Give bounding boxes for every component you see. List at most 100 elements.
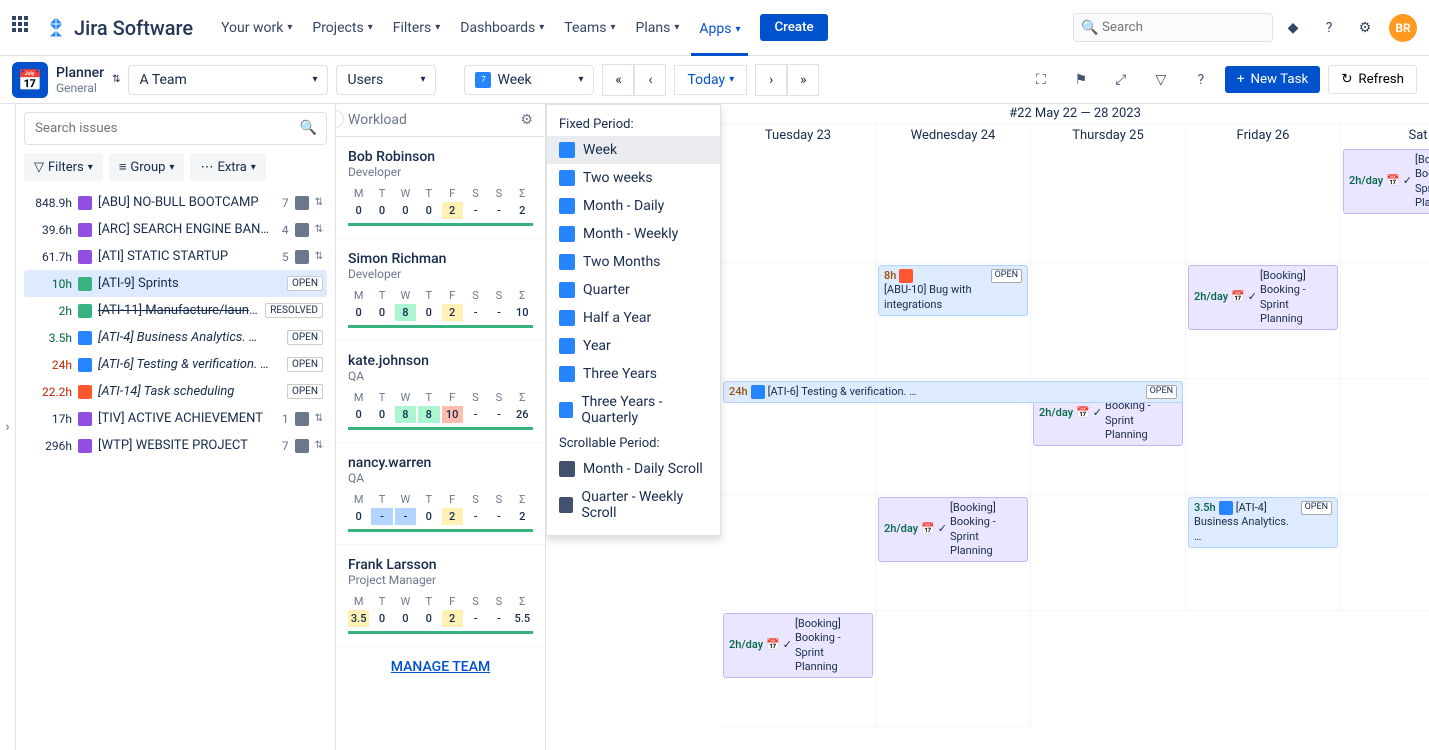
logo[interactable]: Jira Software [44, 16, 193, 40]
issue-title: [WTP] WEBSITE PROJECT [98, 438, 276, 453]
last-button[interactable]: » [787, 64, 819, 96]
search-input[interactable] [1073, 13, 1273, 42]
settings-icon[interactable]: ⚙ [1349, 12, 1381, 44]
nav-your-work[interactable]: Your work▾ [213, 14, 300, 42]
period-item[interactable]: Two Months [547, 248, 720, 276]
extra-button[interactable]: ⋯Extra▾ [190, 153, 265, 181]
toolbar: 📅 Planner General ⇅ A Team▾ Users▾ 7Week… [0, 56, 1429, 104]
booking-card[interactable]: 2h/day 📅 ✓ [Booking] Booking - Sprint Pl… [723, 613, 873, 678]
period-item[interactable]: Month - Daily [547, 192, 720, 220]
calendar-icon: 7 [475, 72, 491, 88]
fullscreen-icon[interactable]: ⤢ [1105, 64, 1137, 96]
ba-card[interactable]: 3.5h [ATI-4]OPENBusiness Analytics.… [1188, 497, 1338, 548]
booking-card[interactable]: 2h/day 📅 ✓ [Booking] Booking - Sprint Pl… [878, 497, 1028, 562]
sort-icon: ⇅ [315, 224, 323, 235]
period-select[interactable]: 7Week▾ [464, 65, 594, 95]
nav-plans[interactable]: Plans▾ [628, 14, 688, 42]
period-item[interactable]: Half a Year [547, 304, 720, 332]
status-badge: OPEN [287, 384, 323, 399]
period-item[interactable]: Month - Daily Scroll [547, 455, 720, 483]
issue-row[interactable]: 22.2h[ATI-14] Task schedulingOPEN [24, 378, 327, 405]
calendar-cell[interactable] [1186, 147, 1341, 263]
prev-button[interactable]: ‹ [634, 64, 666, 96]
next-button[interactable]: › [755, 64, 787, 96]
first-button[interactable]: « [602, 64, 634, 96]
nav-projects[interactable]: Projects▾ [304, 14, 380, 42]
nav-apps[interactable]: Apps▾ [691, 14, 748, 56]
booking-card[interactable]: 2h/day 📅 ✓ [Booking] Booking - Sprint Pl… [1343, 149, 1429, 214]
day-header: Tuesday 23 [721, 124, 876, 147]
notifications-icon[interactable]: ◆ [1277, 12, 1309, 44]
nav-dashboards[interactable]: Dashboards▾ [452, 14, 552, 42]
period-item[interactable]: Year [547, 332, 720, 360]
issue-row[interactable]: 296h[WTP] WEBSITE PROJECT7⇅ [24, 432, 327, 459]
sidebar-toggle[interactable]: › [0, 104, 16, 750]
calendar-cell[interactable]: 2h/day 📅 ✓ [Booking] Booking - Sprint Pl… [721, 611, 876, 727]
avatar[interactable]: BR [1389, 14, 1417, 42]
period-item[interactable]: Quarter [547, 276, 720, 304]
flag-icon[interactable]: ⚑ [1065, 64, 1097, 96]
issue-row[interactable]: 17h[TIV] ACTIVE ACHIEVEMENT1⇅ [24, 405, 327, 432]
nav-filters[interactable]: Filters▾ [385, 14, 449, 42]
gear-icon[interactable]: ⚙ [520, 112, 533, 128]
group-button[interactable]: ≡Group▾ [109, 153, 185, 181]
calendar-cell[interactable] [1341, 495, 1429, 611]
calendar-cell[interactable]: 2h/day 📅 ✓ [Booking] Booking - Sprint Pl… [1186, 263, 1341, 379]
scan-icon[interactable]: ⛶ [1025, 64, 1057, 96]
issue-type-icon [78, 223, 92, 237]
calendar-cell[interactable] [721, 147, 876, 263]
calendar-cell[interactable]: 24h [ATI-6] Testing & verification. …OPE… [721, 379, 876, 495]
issue-row[interactable]: 39.6h[ARC] SEARCH ENGINE BAN…4⇅ [24, 216, 327, 243]
issue-row[interactable]: 61.7h[ATI] STATIC STARTUP5⇅ [24, 243, 327, 270]
calendar-cell[interactable] [1031, 147, 1186, 263]
booking-card[interactable]: 2h/day 📅 ✓ [Booking] Booking - Sprint Pl… [1188, 265, 1338, 330]
testing-card[interactable]: 24h [ATI-6] Testing & verification. …OPE… [723, 381, 1183, 403]
planner-title: Planner [56, 65, 104, 81]
new-task-button[interactable]: +New Task [1225, 66, 1320, 93]
issue-row[interactable]: 3.5h[ATI-4] Business Analytics. …OPEN [24, 324, 327, 351]
calendar-cell[interactable]: 3.5h [ATI-4]OPENBusiness Analytics.… [1186, 495, 1341, 611]
issue-row[interactable]: 24h[ATI-6] Testing & verification. …OPEN [24, 351, 327, 378]
help-icon[interactable]: ? [1313, 12, 1345, 44]
search-issues-input[interactable] [24, 112, 327, 145]
calendar-cell[interactable] [721, 495, 876, 611]
team-select[interactable]: A Team▾ [128, 65, 328, 95]
calendar-cell[interactable] [1031, 263, 1186, 379]
calendar-cell[interactable] [1031, 495, 1186, 611]
issue-row[interactable]: 10h[ATI-9] SprintsOPEN [24, 270, 327, 297]
users-select[interactable]: Users▾ [336, 65, 436, 95]
sort-icon: ⇅ [315, 251, 323, 262]
issue-type-icon [78, 196, 92, 210]
calendar-cell[interactable]: 8h OPEN[ABU-10] Bug with integrations [876, 263, 1031, 379]
calendar-cell[interactable] [876, 611, 1031, 727]
app-switcher-icon[interactable] [12, 16, 36, 40]
planner-selector[interactable]: 📅 Planner General ⇅ [12, 62, 120, 98]
calendar-cell[interactable]: 2h/day 📅 ✓ [Booking] Booking - Sprint Pl… [1341, 147, 1429, 263]
calendar-cell[interactable] [1186, 379, 1341, 495]
period-item[interactable]: Month - Weekly [547, 220, 720, 248]
issue-row[interactable]: 2h[ATI-11] Manufacture/launc…RESOLVED [24, 297, 327, 324]
calendar-cell[interactable] [1341, 379, 1429, 495]
period-item[interactable]: Week [547, 136, 720, 164]
help-icon[interactable]: ? [1185, 64, 1217, 96]
period-item[interactable]: Three Years - Quarterly [547, 388, 720, 432]
filter-icon[interactable]: ▽ [1145, 64, 1177, 96]
period-item[interactable]: Quarter - Weekly Scroll [547, 483, 720, 527]
issue-title: [ATI-9] Sprints [98, 276, 281, 291]
create-button[interactable]: Create [760, 14, 827, 41]
refresh-button[interactable]: ↻Refresh [1328, 65, 1417, 94]
calendar-cell[interactable] [876, 147, 1031, 263]
global-search[interactable]: 🔍 [1073, 13, 1273, 42]
bug-card[interactable]: 8h OPEN[ABU-10] Bug with integrations [878, 265, 1028, 316]
nav-teams[interactable]: Teams▾ [556, 14, 623, 42]
calendar-cell[interactable] [721, 263, 876, 379]
calendar-cell[interactable] [1341, 263, 1429, 379]
period-item[interactable]: Three Years [547, 360, 720, 388]
period-item[interactable]: Two weeks [547, 164, 720, 192]
filters-button[interactable]: ▽Filters▾ [24, 153, 103, 181]
manage-team-link[interactable]: MANAGE TEAM [391, 659, 490, 675]
check-icon: ✓ [1248, 290, 1257, 304]
issue-row[interactable]: 848.9h[ABU] NO-BULL BOOTCAMP7⇅ [24, 189, 327, 216]
today-button[interactable]: Today▾ [674, 65, 747, 95]
calendar-cell[interactable]: 2h/day 📅 ✓ [Booking] Booking - Sprint Pl… [876, 495, 1031, 611]
